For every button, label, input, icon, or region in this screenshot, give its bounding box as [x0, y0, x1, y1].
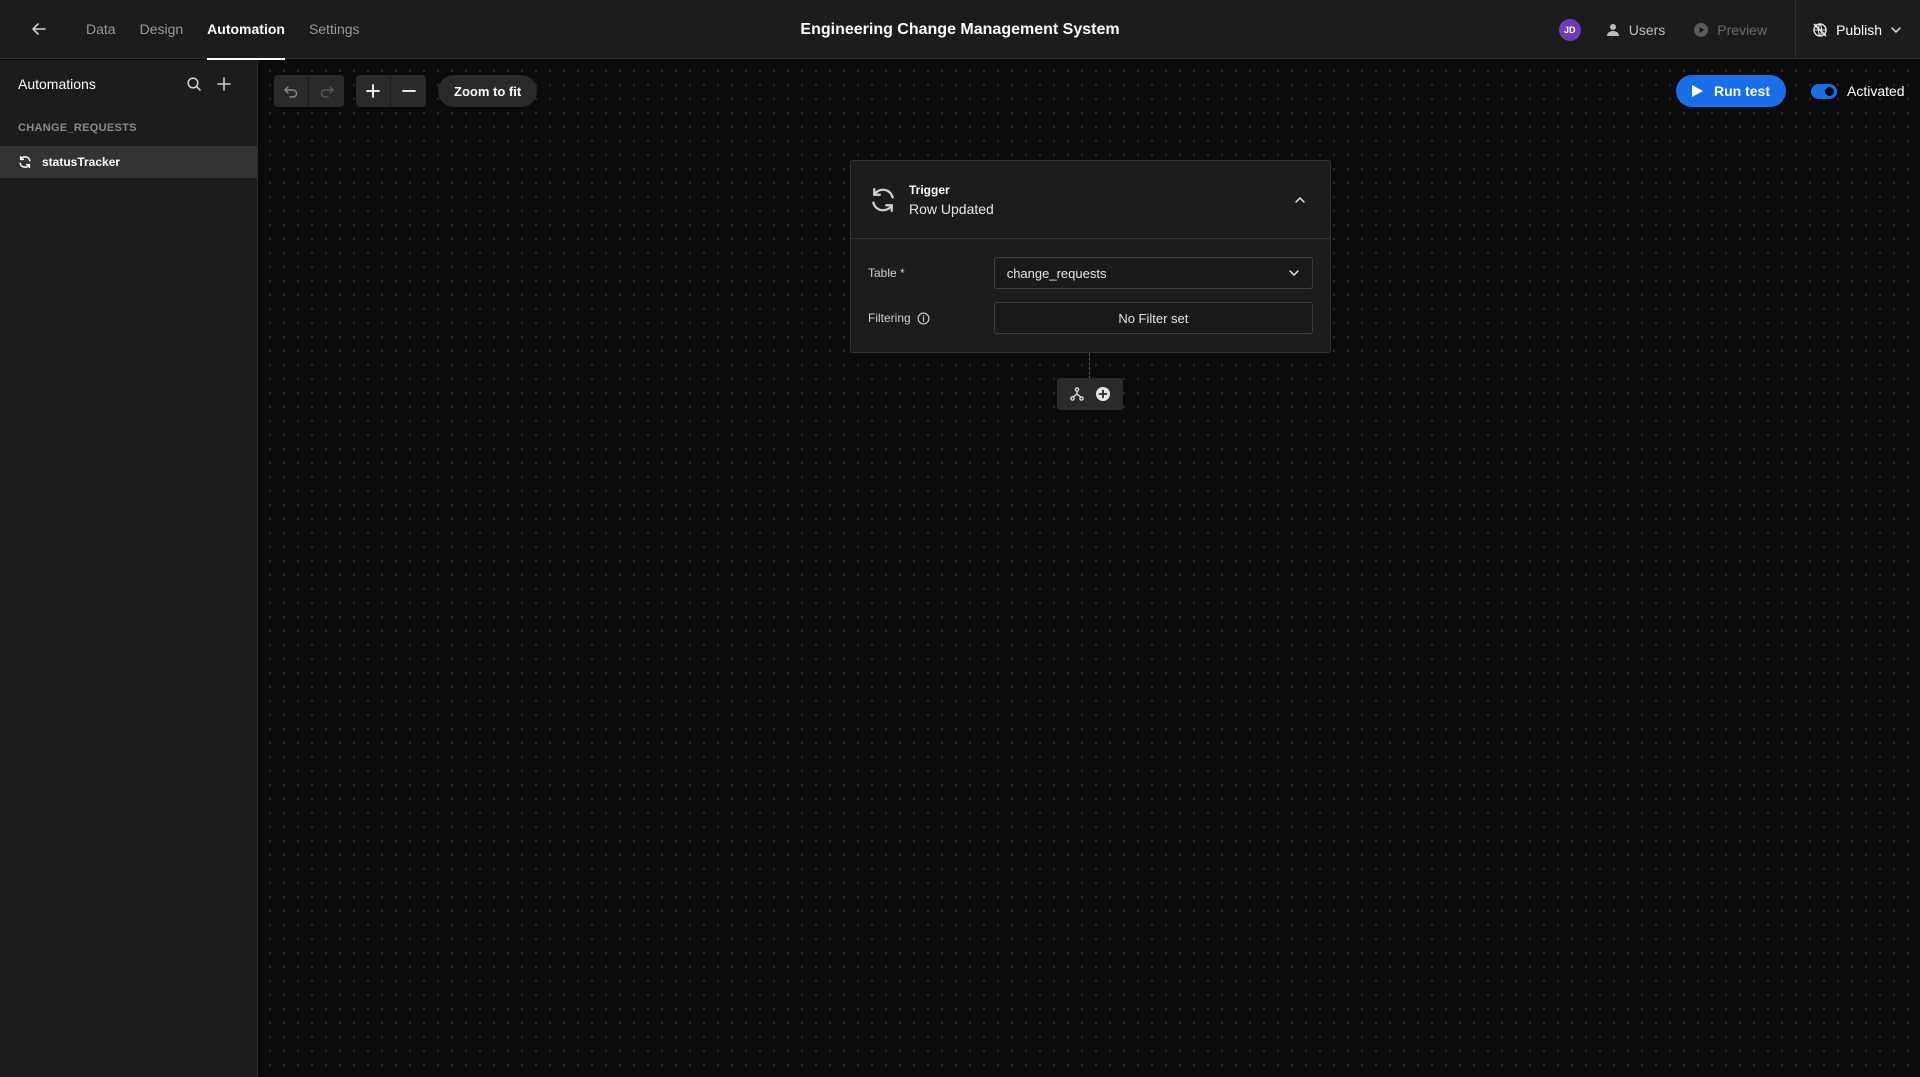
refresh-icon [872, 187, 894, 212]
trigger-card: Trigger Row Updated Table * change_reque… [850, 160, 1331, 353]
collapse-button[interactable] [1288, 188, 1312, 212]
chevron-down-icon [1891, 26, 1901, 33]
sidebar-item-label: statusTracker [42, 155, 121, 169]
minus-icon [401, 90, 416, 92]
table-select-value: change_requests [1006, 265, 1107, 281]
users-label: Users [1628, 21, 1666, 38]
activated-label: Activated [1847, 83, 1905, 99]
zoom-out-button[interactable] [391, 75, 426, 107]
play-circle-icon [1694, 22, 1709, 37]
add-action-button[interactable] [1095, 386, 1111, 402]
add-branch-button[interactable] [1069, 386, 1085, 402]
back-button[interactable] [24, 14, 54, 44]
nav-tabs: Data Design Automation Settings [74, 0, 372, 60]
filtering-field-row: Filtering No Filter set [851, 302, 1330, 334]
add-step-controls [1057, 378, 1123, 410]
search-button[interactable] [179, 69, 209, 99]
top-right-actions: JD Users Preview Publish [1558, 0, 1920, 59]
redo-icon [320, 86, 334, 98]
avatar[interactable]: JD [1558, 18, 1581, 41]
add-automation-button[interactable] [209, 69, 239, 99]
zoom-to-fit-button[interactable]: Zoom to fit [438, 75, 538, 107]
table-field-row: Table * change_requests [851, 257, 1330, 289]
trigger-name: Row Updated [909, 200, 994, 217]
filtering-label-text: Filtering [868, 311, 911, 325]
run-test-label: Run test [1714, 83, 1770, 99]
tab-data[interactable]: Data [74, 0, 128, 59]
play-icon [1692, 85, 1703, 97]
sidebar-title: Automations [18, 76, 96, 92]
tab-design[interactable]: Design [128, 0, 196, 59]
plus-icon [217, 77, 231, 91]
table-select[interactable]: change_requests [993, 257, 1313, 289]
search-icon [187, 77, 201, 91]
users-button[interactable]: Users [1605, 21, 1666, 38]
branch-icon [1070, 387, 1084, 401]
preview-label: Preview [1717, 21, 1768, 38]
publish-label: Publish [1836, 21, 1882, 38]
activated-control: Activated [1811, 83, 1905, 99]
user-icon [1606, 23, 1619, 36]
history-controls [274, 75, 344, 107]
trigger-heading: Trigger Row Updated [909, 183, 1288, 217]
tab-automation[interactable]: Automation [195, 0, 297, 60]
trigger-card-header[interactable]: Trigger Row Updated [851, 161, 1330, 239]
plus-circle-icon [1096, 387, 1110, 401]
zoom-controls [356, 75, 426, 107]
plus-icon [366, 84, 380, 98]
info-icon[interactable] [917, 312, 930, 325]
zoom-in-button[interactable] [356, 75, 391, 107]
trigger-kind-label: Trigger [909, 182, 950, 197]
publish-button[interactable]: Publish [1795, 0, 1920, 59]
table-field-label: Table * [868, 266, 905, 280]
automations-sidebar: Automations CHANGE_REQUESTS statusTracke… [0, 60, 258, 1077]
automation-canvas[interactable]: Zoom to fit Run test Activated Trigger R… [259, 60, 1920, 1077]
preview-button[interactable]: Preview [1693, 22, 1767, 38]
filtering-field-label: Filtering [868, 311, 994, 325]
filter-button[interactable]: No Filter set [993, 302, 1313, 334]
tab-settings[interactable]: Settings [297, 0, 372, 59]
refresh-icon [19, 155, 31, 169]
top-bar: Data Design Automation Settings Engineer… [0, 0, 1920, 60]
redo-button[interactable] [309, 75, 344, 107]
group-label: CHANGE_REQUESTS [18, 122, 137, 134]
chevron-up-icon [1295, 196, 1305, 203]
canvas-toolbar: Zoom to fit [274, 75, 538, 107]
flow-connector [1089, 353, 1090, 379]
chevron-down-icon [1289, 270, 1299, 277]
arrow-left-icon [32, 23, 46, 35]
undo-button[interactable] [274, 75, 309, 107]
undo-icon [284, 86, 298, 98]
sidebar-header: Automations [0, 60, 257, 108]
globe-off-icon [1813, 22, 1827, 37]
run-test-button[interactable]: Run test [1676, 75, 1786, 107]
activated-toggle[interactable] [1811, 83, 1837, 99]
sidebar-item-status-tracker[interactable]: statusTracker [0, 146, 257, 178]
